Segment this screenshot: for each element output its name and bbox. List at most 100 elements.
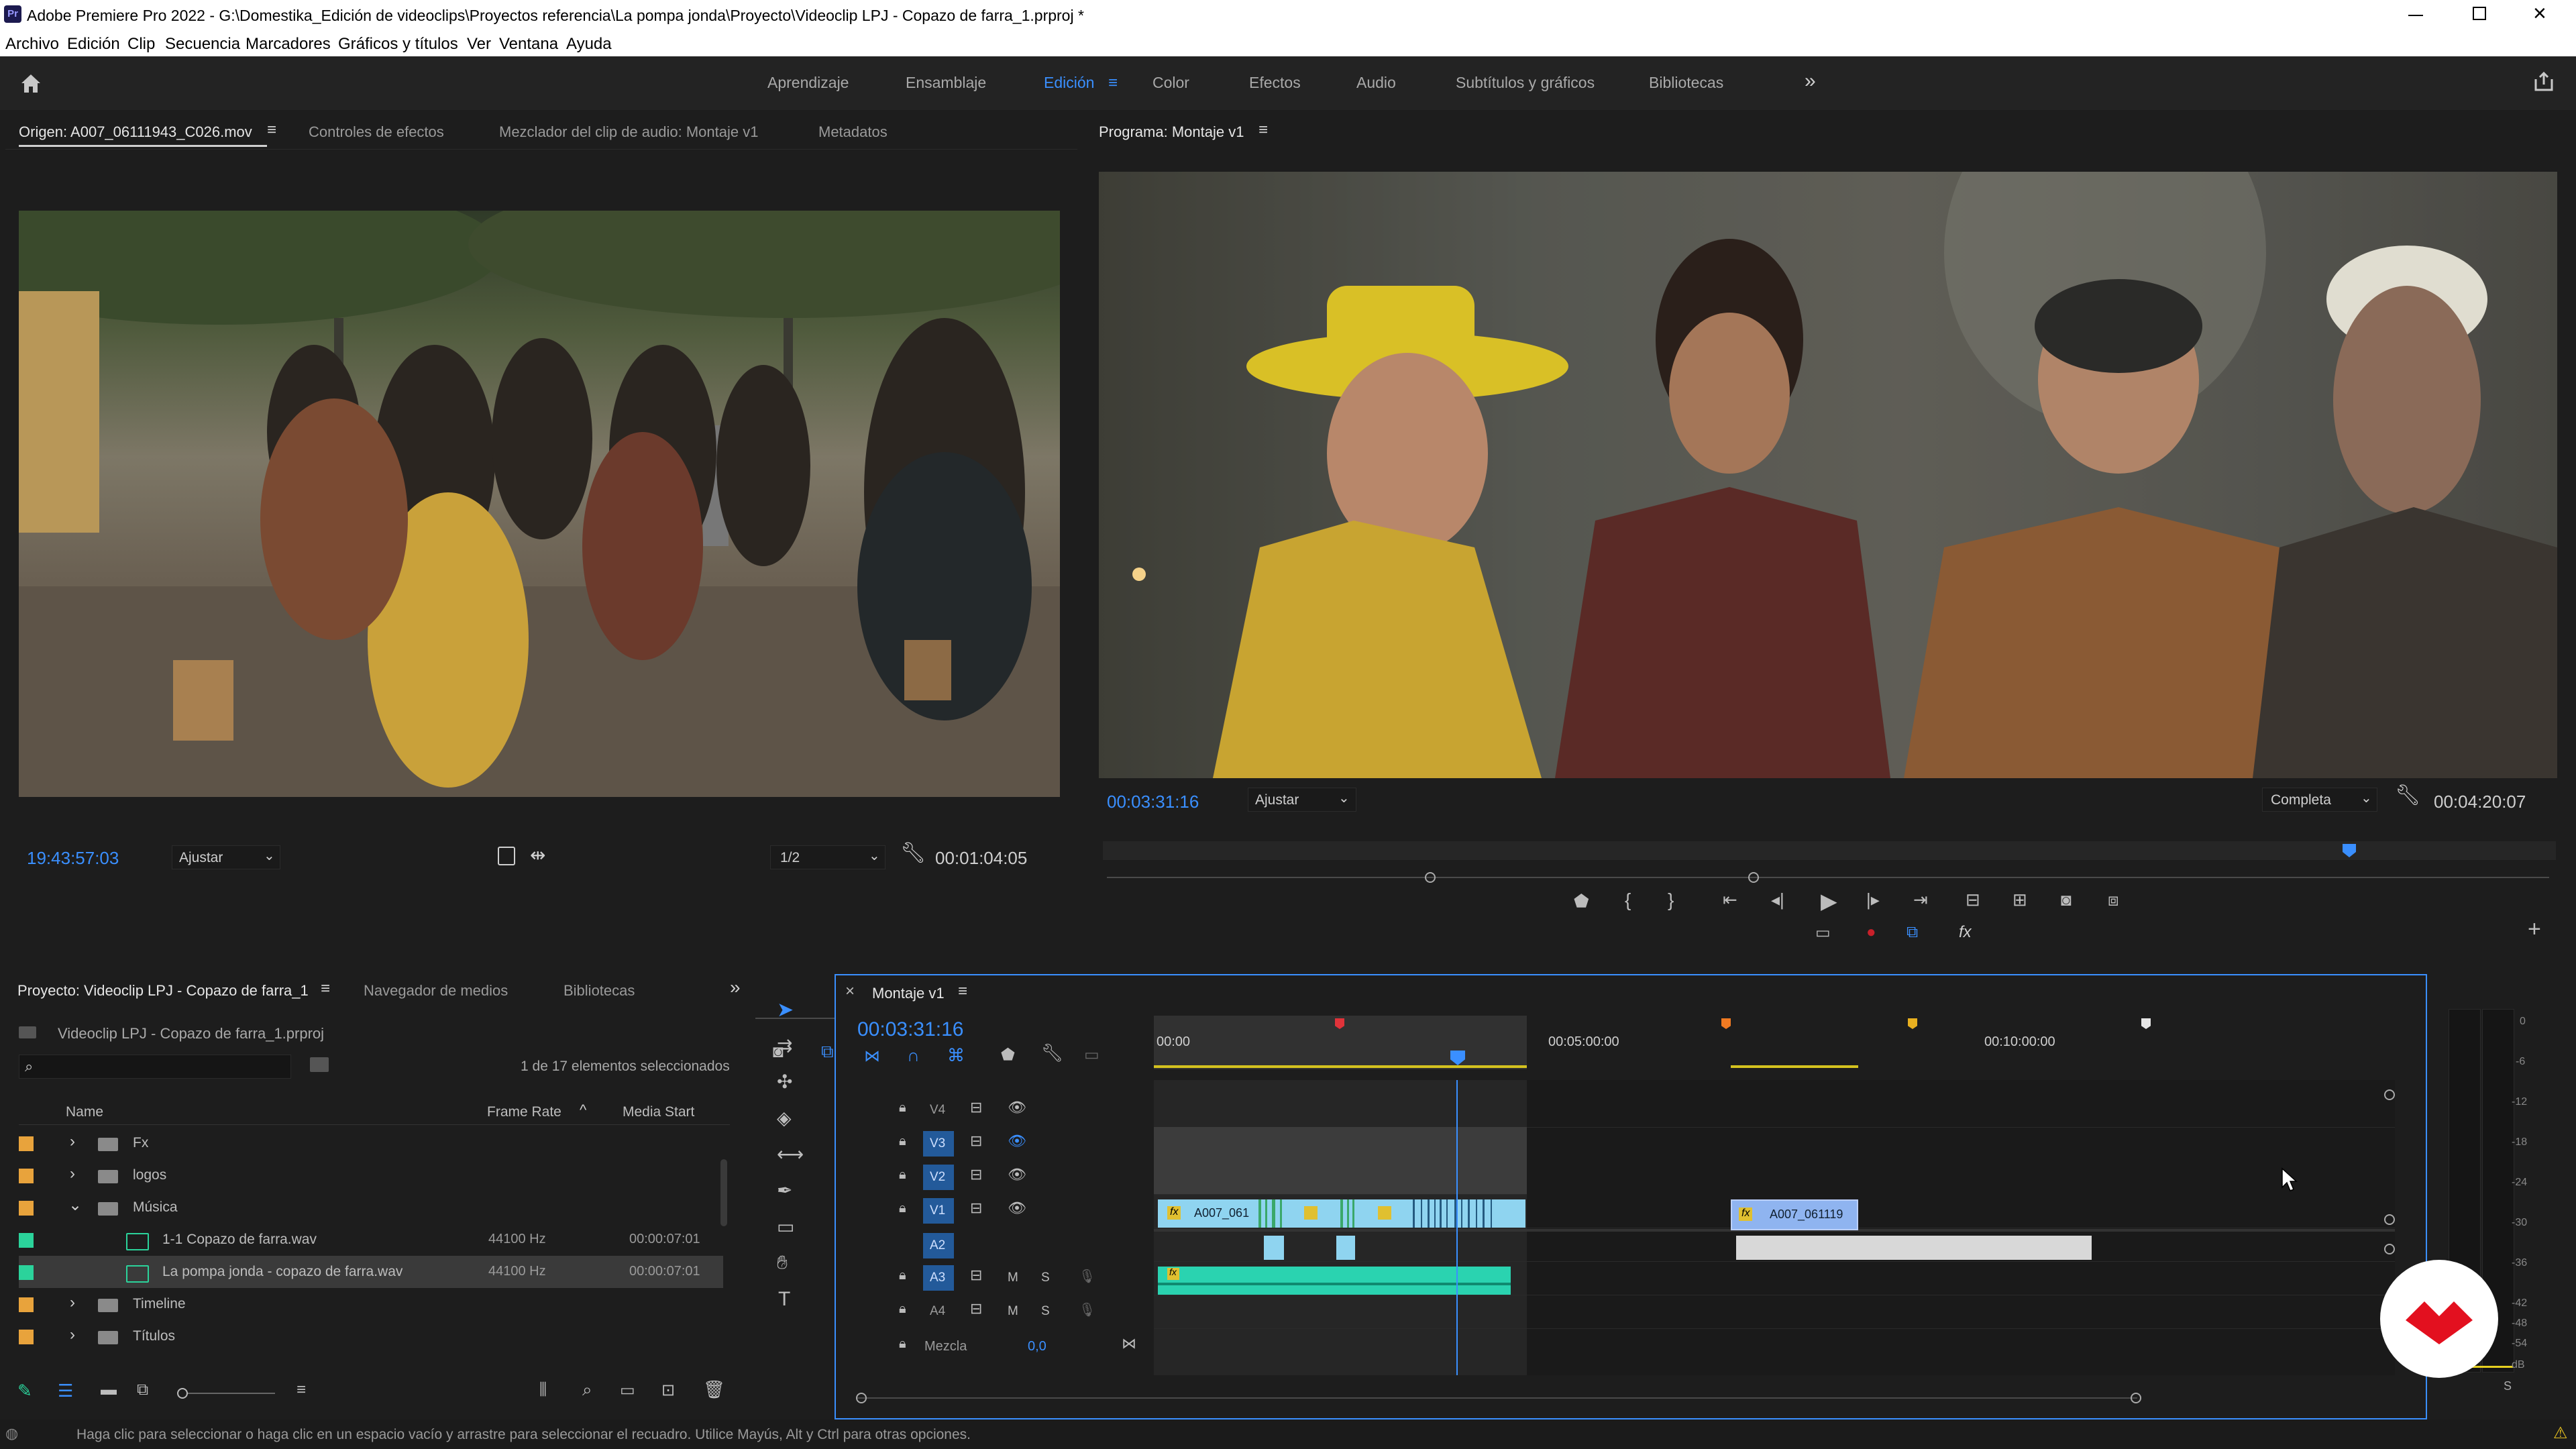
ripple-edit-tool-icon[interactable]: ✣: [777, 1071, 792, 1093]
settings-toggle-icon[interactable]: [498, 847, 515, 865]
step-back-icon[interactable]: ◂|: [1771, 890, 1784, 910]
program-timecode[interactable]: 00:03:31:16: [1107, 792, 1199, 812]
timeline-zoom-handle-right[interactable]: [2131, 1393, 2141, 1403]
column-frame-rate[interactable]: Frame Rate: [487, 1104, 561, 1120]
razor-tool-icon[interactable]: ◈: [777, 1107, 792, 1129]
close-icon[interactable]: ×: [845, 982, 855, 1001]
program-fit-dropdown[interactable]: Ajustar ⌄: [1248, 788, 1356, 812]
lock-icon[interactable]: 🔒︎: [899, 1336, 906, 1352]
menu-edicion[interactable]: Edición: [67, 35, 120, 54]
pen-tool-icon[interactable]: ✒: [777, 1179, 792, 1201]
sync-lock-icon[interactable]: ⊟: [970, 1099, 982, 1116]
sync-lock-icon[interactable]: ⊟: [970, 1132, 982, 1150]
add-button-icon[interactable]: +: [2528, 916, 2541, 943]
lock-icon[interactable]: 🔒︎: [899, 1268, 906, 1283]
icon-view-icon[interactable]: ▬: [101, 1381, 117, 1399]
microphone-icon[interactable]: 🎙︎: [1079, 1301, 1095, 1318]
home-icon[interactable]: [19, 71, 43, 99]
maximize-icon[interactable]: [2473, 7, 2486, 20]
list-item[interactable]: 1-1 Copazo de farra.wav 44100 Hz 00:00:0…: [19, 1224, 723, 1256]
tab-libraries[interactable]: Bibliotecas: [564, 982, 635, 1000]
menu-clip[interactable]: Clip: [127, 35, 155, 54]
chevron-right-icon[interactable]: ›: [70, 1326, 75, 1344]
tab-source[interactable]: Origen: A007_06111943_C026.mov: [19, 123, 252, 141]
lane-scroll-handle[interactable]: [2384, 1089, 2395, 1100]
track-label[interactable]: V4: [930, 1103, 945, 1118]
audio-clip-disabled[interactable]: [1736, 1236, 2092, 1260]
menu-ventana[interactable]: Ventana: [499, 35, 558, 54]
marker-yellow[interactable]: [1908, 1018, 1917, 1029]
source-resolution-dropdown[interactable]: 1/2 ⌄: [770, 845, 885, 869]
list-view-icon[interactable]: ☰: [58, 1381, 73, 1401]
play-icon[interactable]: ▶: [1821, 888, 1837, 914]
source-timecode[interactable]: 19:43:57:03: [27, 848, 119, 869]
program-time-ruler[interactable]: [1103, 841, 2556, 860]
solo-button[interactable]: S: [1041, 1271, 1050, 1285]
program-quality-dropdown[interactable]: Completa ⌄: [2262, 788, 2377, 812]
comparison-view-icon[interactable]: ⧈: [2108, 890, 2119, 911]
sync-lock-icon[interactable]: ⊟: [970, 1199, 982, 1217]
overflow-chevron-icon[interactable]: »: [1805, 70, 1816, 93]
go-to-in-icon[interactable]: ⇤: [1723, 890, 1737, 910]
zoom-slider[interactable]: [177, 1388, 275, 1399]
workspace-edicion[interactable]: Edición: [1044, 74, 1094, 92]
lane-scroll-handle[interactable]: [2384, 1214, 2395, 1225]
source-video-frame[interactable]: [19, 211, 1060, 797]
audio-clip[interactable]: [1336, 1236, 1355, 1260]
program-video-frame[interactable]: [1099, 172, 2557, 778]
workspace-aprendizaje[interactable]: Aprendizaje: [767, 74, 849, 92]
zoom-handle-left[interactable]: [1425, 872, 1436, 883]
marker-white[interactable]: [2141, 1018, 2151, 1029]
menu-ver[interactable]: Ver: [467, 35, 491, 54]
track-select-tool-icon[interactable]: ⇉: [777, 1034, 792, 1057]
tab-sequence[interactable]: Montaje v1: [872, 985, 945, 1002]
eye-icon[interactable]: 👁︎: [1008, 1099, 1026, 1116]
mute-button[interactable]: M: [1008, 1304, 1018, 1319]
go-to-out-icon[interactable]: ⇥: [1913, 890, 1928, 910]
trash-icon[interactable]: 🗑︎: [703, 1379, 725, 1400]
mark-in-icon[interactable]: {: [1625, 890, 1631, 911]
menu-ayuda[interactable]: Ayuda: [566, 35, 612, 54]
meter-solo-button[interactable]: S: [2504, 1379, 2512, 1393]
project-scrollbar[interactable]: [720, 1159, 727, 1226]
source-fit-dropdown[interactable]: Ajustar ⌄: [172, 845, 280, 869]
lock-icon[interactable]: 🔒︎: [899, 1100, 906, 1116]
tab-media-browser[interactable]: Navegador de medios: [364, 982, 508, 1000]
workspace-color[interactable]: Color: [1152, 74, 1189, 92]
chevron-right-icon[interactable]: ›: [70, 1165, 75, 1183]
warning-icon[interactable]: ⚠: [2553, 1424, 2568, 1443]
list-item[interactable]: › logos: [19, 1159, 723, 1191]
workspace-efectos[interactable]: Efectos: [1249, 74, 1301, 92]
new-item-icon[interactable]: ⊡: [661, 1381, 675, 1400]
menu-graficos[interactable]: Gráficos y títulos: [338, 35, 458, 54]
panel-menu-icon[interactable]: ≡: [321, 979, 330, 998]
workspace-audio[interactable]: Audio: [1356, 74, 1396, 92]
workspace-ensamblaje[interactable]: Ensamblaje: [906, 74, 986, 92]
new-bin-icon[interactable]: ▭: [620, 1381, 635, 1400]
find-icon[interactable]: ⌕: [582, 1379, 592, 1401]
timeline-timecode[interactable]: 00:03:31:16: [857, 1018, 963, 1041]
microphone-icon[interactable]: 🎙︎: [1079, 1268, 1095, 1285]
lock-icon[interactable]: 🔒︎: [899, 1167, 906, 1183]
add-marker-icon[interactable]: ⬟: [1574, 891, 1589, 912]
lock-icon[interactable]: 🔒︎: [899, 1201, 906, 1216]
nest-toggle-icon[interactable]: ⋈: [864, 1046, 880, 1066]
column-media-start[interactable]: Media Start: [623, 1104, 694, 1120]
mix-value[interactable]: 0,0: [1028, 1339, 1046, 1354]
extract-icon[interactable]: ⊞: [2012, 890, 2027, 910]
fx-icon[interactable]: fx: [1959, 923, 1972, 942]
column-name[interactable]: Name: [66, 1104, 103, 1120]
overflow-chevron-icon[interactable]: »: [730, 977, 741, 998]
chevron-right-icon[interactable]: ›: [70, 1132, 75, 1151]
zoom-slider-handle[interactable]: [177, 1388, 188, 1399]
track-label[interactable]: A4: [930, 1304, 945, 1319]
linked-selection-icon[interactable]: ⌘: [947, 1045, 965, 1066]
tab-metadata[interactable]: Metadatos: [818, 123, 888, 141]
insert-overlay-icon[interactable]: ⇹: [530, 844, 545, 866]
solo-button[interactable]: S: [1041, 1304, 1050, 1319]
sync-lock-icon[interactable]: ⊟: [970, 1267, 982, 1284]
audio-clip[interactable]: [1264, 1236, 1284, 1260]
video-clip[interactable]: fx A007_061: [1158, 1199, 1525, 1228]
chevron-right-icon[interactable]: ›: [70, 1293, 75, 1312]
step-forward-icon[interactable]: |▸: [1866, 890, 1880, 910]
